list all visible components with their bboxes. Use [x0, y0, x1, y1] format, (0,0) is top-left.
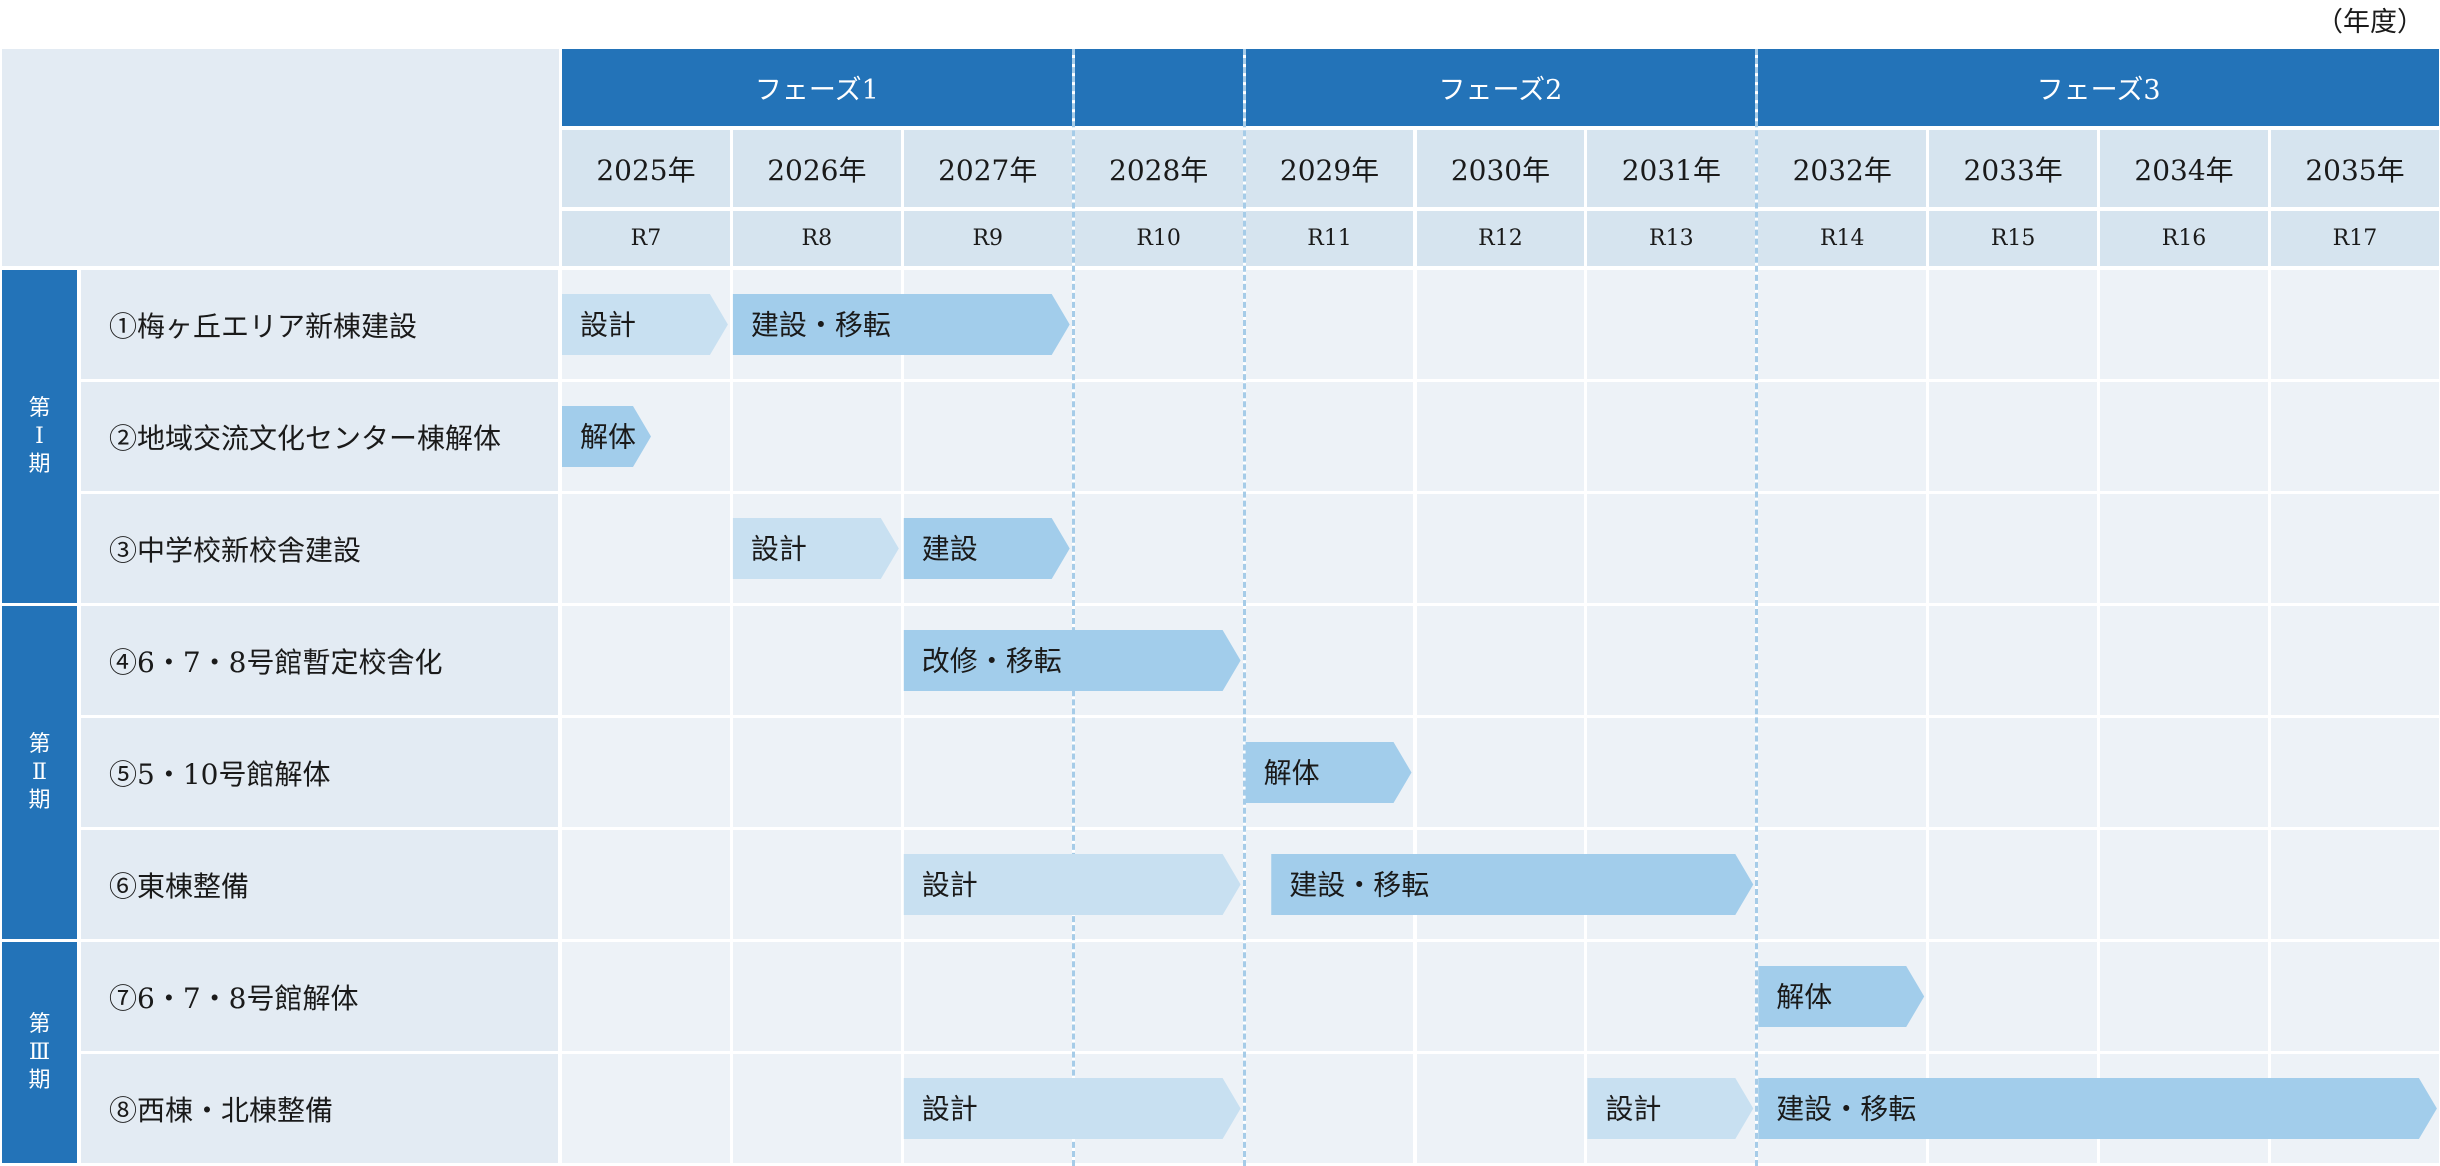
- construction-bar: 改修・移転: [903, 630, 1241, 691]
- design-bar: 設計: [903, 1078, 1241, 1139]
- design-bar: 設計: [1587, 1078, 1754, 1139]
- bar-label: 建設・移転: [1289, 869, 1429, 902]
- schedule-chart: （年度） フェーズ1 フェーズ2 フェーズ3 2025年 2026年 2027年 2028…: [0, 0, 2440, 1166]
- bar-label: 設計: [751, 533, 807, 566]
- bar-label: 建設・移転: [751, 309, 891, 342]
- bar-label: 解体: [1776, 981, 1832, 1014]
- bar-label: 建設: [922, 533, 978, 566]
- bar-label: 建設・移転: [1776, 1093, 1916, 1126]
- construction-bar: 建設・移転: [732, 294, 1070, 355]
- design-bar: 設計: [903, 854, 1241, 915]
- bar-label: 設計: [1605, 1093, 1661, 1126]
- construction-bar: 建設・移転: [1758, 1078, 2437, 1139]
- bar-label: 設計: [580, 309, 636, 342]
- construction-bar: 建設: [903, 518, 1070, 579]
- construction-bar: 解体: [1758, 966, 1925, 1027]
- construction-bar: 解体: [562, 406, 651, 467]
- design-bar: 設計: [732, 518, 899, 579]
- bar-label: 設計: [922, 869, 978, 902]
- bar-label: 改修・移転: [922, 645, 1062, 678]
- gantt-bars: 設計 建設・移転解体設計 建設改修・移転解体設計 建設・移転解体設計 設計 建設・移転: [562, 294, 2437, 1139]
- construction-bar: 建設・移転: [1271, 854, 1754, 915]
- construction-bar: 解体: [1245, 742, 1412, 803]
- bar-label: 解体: [580, 421, 636, 454]
- design-bar: 設計: [562, 294, 728, 355]
- bar-label: 解体: [1264, 757, 1320, 790]
- bar-label: 設計: [922, 1093, 978, 1126]
